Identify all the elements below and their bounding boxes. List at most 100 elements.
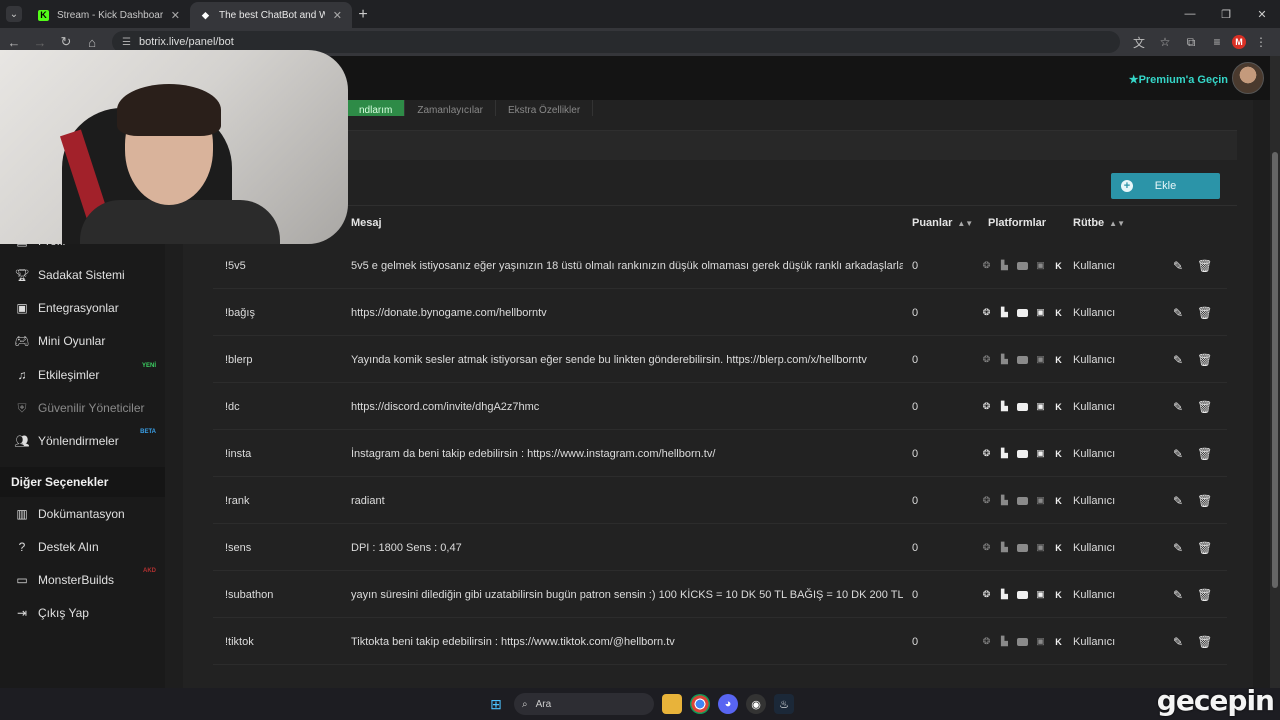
delete-icon[interactable]: 🗑︎ xyxy=(1197,635,1212,649)
restore-icon[interactable]: ❐ xyxy=(1208,0,1244,28)
kick-ext-icon: ❂ xyxy=(982,589,991,599)
chat-icon: ▣ xyxy=(1036,589,1045,599)
kick-icon: K xyxy=(1055,354,1062,365)
chrome-icon[interactable] xyxy=(690,694,710,714)
profile-avatar-icon[interactable]: M xyxy=(1232,35,1246,49)
message-cell: https://discord.com/invite/dhgA2z7hmc xyxy=(351,400,540,413)
close-tab-icon[interactable]: ✕ xyxy=(171,9,180,22)
sidebar-item-sadakat[interactable]: 🏆︎ Sadakat Sistemi xyxy=(0,259,165,291)
sidebar-item-label: Sadakat Sistemi xyxy=(38,268,125,282)
sidebar-item-etkilesimler[interactable]: ♫ Etkileşimler YENİ xyxy=(0,359,165,391)
sidebar-item-mini-oyunlar[interactable]: 🎮︎ Mini Oyunlar xyxy=(0,325,165,357)
delete-icon[interactable]: 🗑︎ xyxy=(1197,494,1212,508)
tab-title: Stream - Kick Dashboard xyxy=(57,9,163,21)
minimize-icon[interactable]: — xyxy=(1172,0,1208,28)
kick-ext-icon: ❂ xyxy=(982,307,991,317)
delete-icon[interactable]: 🗑︎ xyxy=(1197,306,1212,320)
scrollbar-thumb[interactable] xyxy=(1272,152,1278,588)
url-text: botrix.live/panel/bot xyxy=(138,36,234,48)
rank-cell: Kullanıcı xyxy=(1073,447,1116,460)
premium-link[interactable]: ★Premium'a Geçin xyxy=(1129,73,1228,86)
close-window-icon[interactable]: ✕ xyxy=(1244,0,1280,28)
extensions-icon[interactable]: ⧉ xyxy=(1180,31,1202,53)
tab-komutlar[interactable]: ndlarım xyxy=(347,100,406,116)
page-scrollbar[interactable] xyxy=(1270,56,1280,688)
book-icon: ▥ xyxy=(16,507,28,521)
sidebar-item-label: Mini Oyunlar xyxy=(38,334,106,348)
site-info-icon[interactable]: ☰ xyxy=(122,37,131,48)
browser-tabbar: ⌄ K Stream - Kick Dashboard ✕ ◆ The best… xyxy=(0,0,1280,28)
message-cell: radiant xyxy=(351,494,385,507)
file-explorer-icon[interactable] xyxy=(662,694,682,714)
tab-ekstra[interactable]: Ekstra Özellikler xyxy=(496,100,594,116)
delete-icon[interactable]: 🗑︎ xyxy=(1197,541,1212,555)
twitch-icon: ▙ xyxy=(1001,636,1008,646)
delete-icon[interactable]: 🗑︎ xyxy=(1197,588,1212,602)
col-header-points[interactable]: Puanlar ▲▼ xyxy=(912,217,973,229)
browser-tab-botrix[interactable]: ◆ The best ChatBot and Widgets ✕ xyxy=(190,2,352,28)
sidebar-item-guvenilir[interactable]: ⛨ Güvenilir Yöneticiler xyxy=(0,392,165,424)
tab-search-button[interactable]: ⌄ xyxy=(6,6,22,22)
close-tab-icon[interactable]: ✕ xyxy=(333,9,342,22)
translate-icon[interactable]: 文 xyxy=(1128,31,1150,53)
sidebar-item-entegrasyonlar[interactable]: ▣ Entegrasyonlar xyxy=(0,292,165,324)
sort-icon[interactable]: ▲▼ xyxy=(1109,219,1125,228)
col-header-rank[interactable]: Rütbe ▲▼ xyxy=(1073,217,1125,229)
edit-icon[interactable]: ✎ xyxy=(1173,353,1183,367)
plus-circle-icon: + xyxy=(1121,180,1133,192)
col-header-message: Mesaj xyxy=(351,217,382,229)
edit-icon[interactable]: ✎ xyxy=(1173,588,1183,602)
rank-cell: Kullanıcı xyxy=(1073,400,1116,413)
trophy-icon: 🏆︎ xyxy=(14,268,30,282)
more-menu-icon[interactable]: ⋮ xyxy=(1250,31,1272,53)
chat-icon: ▣ xyxy=(1036,401,1045,411)
twitch-icon: ▙ xyxy=(1001,589,1008,599)
twitch-icon: ▙ xyxy=(1001,307,1008,317)
edit-icon[interactable]: ✎ xyxy=(1173,259,1183,273)
edit-icon[interactable]: ✎ xyxy=(1173,494,1183,508)
sidebar-item-monsterbuilds[interactable]: ▭ MonsterBuilds AKD xyxy=(0,564,165,596)
gamepad-icon: 🎮︎ xyxy=(14,334,30,348)
delete-icon[interactable]: 🗑︎ xyxy=(1197,400,1212,414)
sidebar-item-cikis[interactable]: ⇥ Çıkış Yap xyxy=(0,597,165,629)
kick-icon: K xyxy=(1055,636,1062,647)
delete-icon[interactable]: 🗑︎ xyxy=(1197,447,1212,461)
points-cell: 0 xyxy=(912,353,919,366)
delete-icon[interactable]: 🗑︎ xyxy=(1197,353,1212,367)
youtube-icon xyxy=(1017,308,1028,317)
taskbar-search[interactable]: ⌕ Ara xyxy=(514,693,654,715)
obs-icon[interactable]: ◉ xyxy=(746,694,766,714)
youtube-icon xyxy=(1017,637,1028,646)
windows-start-icon[interactable]: ⊞ xyxy=(486,694,506,714)
sidebar-item-dokumantasyon[interactable]: ▥ Dokümantasyon xyxy=(0,498,165,530)
points-cell: 0 xyxy=(912,635,919,648)
edit-icon[interactable]: ✎ xyxy=(1173,447,1183,461)
platforms-cell: ❂ ▙ ▣ K xyxy=(981,430,1071,477)
message-cell: İnstagram da beni takip edebilirsin : ht… xyxy=(351,447,716,460)
browser-tab-kick[interactable]: K Stream - Kick Dashboard ✕ xyxy=(28,2,190,28)
edit-icon[interactable]: ✎ xyxy=(1173,306,1183,320)
delete-icon[interactable]: 🗑︎ xyxy=(1197,259,1212,273)
steam-icon[interactable]: ♨ xyxy=(774,694,794,714)
tab-zamanlayicilar[interactable]: Zamanlayıcılar xyxy=(405,100,496,116)
edit-icon[interactable]: ✎ xyxy=(1173,400,1183,414)
user-avatar[interactable] xyxy=(1232,62,1264,94)
media-icon[interactable]: ≡ xyxy=(1206,31,1228,53)
actions-cell: ✎ 🗑︎ xyxy=(1173,383,1223,430)
new-tab-button[interactable]: + xyxy=(352,4,374,26)
add-command-button[interactable]: + Ekle xyxy=(1111,173,1220,199)
edit-icon[interactable]: ✎ xyxy=(1173,635,1183,649)
sidebar-item-destek[interactable]: ? Destek Alın xyxy=(0,531,165,563)
sidebar-item-label: Çıkış Yap xyxy=(38,606,89,620)
edit-icon[interactable]: ✎ xyxy=(1173,541,1183,555)
kick-ext-icon: ❂ xyxy=(982,354,991,364)
sort-icon[interactable]: ▲▼ xyxy=(957,219,973,228)
subtabs: ndlarım Zamanlayıcılar Ekstra Özellikler xyxy=(347,100,594,116)
bookmark-star-icon[interactable]: ☆ xyxy=(1154,31,1176,53)
sidebar-item-yonlendirmeler[interactable]: 👥︎ Yönlendirmeler BETA xyxy=(0,425,165,457)
discord-icon[interactable]: ◕ xyxy=(718,694,738,714)
beta-badge: BETA xyxy=(140,429,156,435)
chat-icon: ▣ xyxy=(1036,542,1045,552)
command-cell: !blerp xyxy=(225,353,253,366)
table-row: !sens DPI : 1800 Sens : 0,47 0 ❂ ▙ ▣ K Kullanıc… xyxy=(213,524,1227,571)
